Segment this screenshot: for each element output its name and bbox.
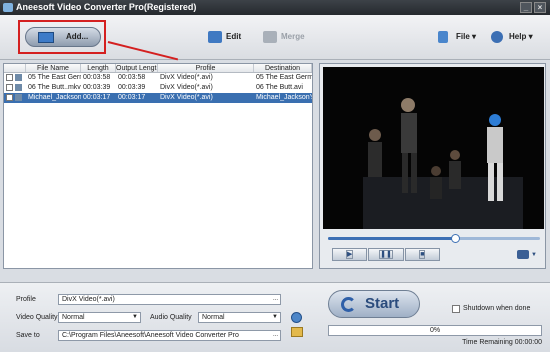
file-length: 00:03:17 [83, 94, 111, 101]
minimize-button[interactable]: _ [520, 2, 532, 13]
column-header-length[interactable]: Length [81, 64, 116, 72]
toolbar: Add... Edit Merge File ▾ Help ▾ [0, 15, 550, 60]
output-length: 00:03:39 [118, 84, 146, 91]
add-button[interactable]: Add... [25, 27, 101, 47]
video-frame [323, 67, 544, 229]
time-remaining: Time Remaining 00:00:00 [462, 339, 542, 346]
profile-browse-button[interactable]: ... [273, 295, 278, 304]
row-checkbox[interactable] [6, 84, 13, 91]
settings-panel: Profile DivX Video(*.avi) ... Video Qual… [0, 282, 550, 352]
folder-icon[interactable] [291, 327, 303, 337]
audio-quality-label: Audio Quality [150, 314, 192, 321]
stop-button[interactable]: ■ [404, 248, 440, 261]
file-icon [438, 31, 448, 43]
help-icon [491, 31, 503, 43]
play-button[interactable]: ▶ [332, 248, 368, 261]
merge-button[interactable]: Merge [263, 30, 305, 44]
video-file-icon [15, 84, 22, 91]
shutdown-checkbox[interactable] [452, 305, 460, 313]
column-header-destination[interactable]: Destination [254, 64, 312, 72]
file-name: 06 The Butt..mkv [28, 84, 81, 91]
help-label: Help [509, 32, 527, 41]
row-checkbox[interactable] [6, 74, 13, 81]
video-file-icon [15, 94, 22, 101]
edit-button[interactable]: Edit [208, 30, 241, 44]
refresh-icon [341, 297, 356, 312]
file-label: File [456, 32, 470, 41]
seek-handle[interactable] [451, 234, 461, 243]
output-length: 00:03:58 [118, 74, 146, 81]
video-quality-label: Video Quality [16, 314, 58, 321]
audio-quality-value: Normal [202, 314, 225, 321]
gear-icon[interactable] [291, 312, 302, 323]
profile-value: DivX Video(*.avi) [62, 296, 115, 303]
file-destination: 05 The East Germa [256, 74, 312, 81]
app-icon [3, 3, 13, 12]
merge-label: Merge [281, 32, 305, 41]
save-to-browse-button[interactable]: ... [273, 331, 278, 340]
chevron-down-icon: ▼ [132, 314, 138, 320]
title-bar: Aneesoft Video Converter Pro(Registered)… [0, 0, 550, 15]
chevron-down-icon: ▼ [272, 314, 278, 320]
add-button-label: Add... [66, 32, 89, 41]
chevron-down-icon[interactable]: ▼ [531, 252, 537, 258]
video-preview[interactable] [323, 67, 544, 229]
profile-label: Profile [16, 296, 36, 303]
file-destination: 06 The Butt.avi [256, 84, 303, 91]
progress-text: 0% [429, 327, 441, 334]
pause-button[interactable]: ❚❚ [368, 248, 404, 261]
close-button[interactable]: × [534, 2, 546, 13]
start-label: Start [365, 295, 400, 312]
file-name: 05 The East Germ [28, 74, 81, 81]
output-length: 00:03:17 [118, 94, 146, 101]
file-profile: DivX Video(*.avi) [160, 94, 213, 101]
shutdown-label: Shutdown when done [463, 305, 531, 312]
file-row-selected[interactable]: Michael_Jackson' 00:03:17 00:03:17 DivX … [4, 93, 312, 103]
stop-icon: ■ [419, 250, 426, 259]
video-file-icon [15, 74, 22, 81]
merge-icon [263, 31, 277, 43]
file-profile: DivX Video(*.avi) [160, 84, 213, 91]
window-title: Aneesoft Video Converter Pro(Registered) [16, 2, 197, 12]
profile-select[interactable]: DivX Video(*.avi) ... [58, 294, 281, 305]
audio-quality-select[interactable]: Normal ▼ [198, 312, 281, 323]
conversion-progress-bar: 0% [328, 325, 542, 336]
column-header-file-name[interactable]: File Name [26, 64, 81, 72]
help-menu[interactable]: Help ▾ [491, 30, 533, 44]
edit-label: Edit [226, 32, 242, 41]
chevron-down-icon: ▾ [472, 32, 477, 41]
save-to-label: Save to [16, 332, 40, 339]
file-row[interactable]: 06 The Butt..mkv 00:03:39 00:03:39 DivX … [4, 83, 312, 93]
row-checkbox[interactable] [6, 94, 13, 101]
film-icon [38, 32, 54, 43]
save-to-path: C:\Program Files\Aneesoft\Aneesoft Video… [62, 332, 239, 339]
start-button[interactable]: Start [328, 290, 420, 318]
column-header-output-length[interactable]: Output Length [116, 64, 158, 72]
preview-panel: ▶ ❚❚ ■ ▼ [319, 63, 546, 269]
video-quality-value: Normal [62, 314, 85, 321]
file-list: File Name Length Output Length Profile D… [3, 63, 313, 269]
column-header-profile[interactable]: Profile [158, 64, 254, 72]
file-destination: Michael_Jackson's [256, 94, 312, 101]
file-row[interactable]: 05 The East Germ 00:03:58 00:03:58 DivX … [4, 73, 312, 83]
video-quality-select[interactable]: Normal ▼ [58, 312, 141, 323]
edit-icon [208, 31, 222, 43]
file-profile: DivX Video(*.avi) [160, 74, 213, 81]
camera-icon[interactable] [517, 250, 529, 259]
seek-bar-fill [328, 237, 456, 240]
column-header-select [4, 64, 26, 72]
file-length: 00:03:58 [83, 74, 111, 81]
pause-icon: ❚❚ [379, 250, 393, 259]
save-to-field[interactable]: C:\Program Files\Aneesoft\Aneesoft Video… [58, 330, 281, 341]
file-name: Michael_Jackson' [28, 94, 81, 101]
file-list-header: File Name Length Output Length Profile D… [4, 64, 312, 73]
seek-bar[interactable] [328, 234, 540, 243]
chevron-down-icon: ▾ [528, 32, 533, 41]
file-length: 00:03:39 [83, 84, 111, 91]
file-menu[interactable]: File ▾ [438, 30, 476, 44]
play-icon: ▶ [345, 250, 354, 259]
playback-controls: ▶ ❚❚ ■ [332, 248, 440, 261]
